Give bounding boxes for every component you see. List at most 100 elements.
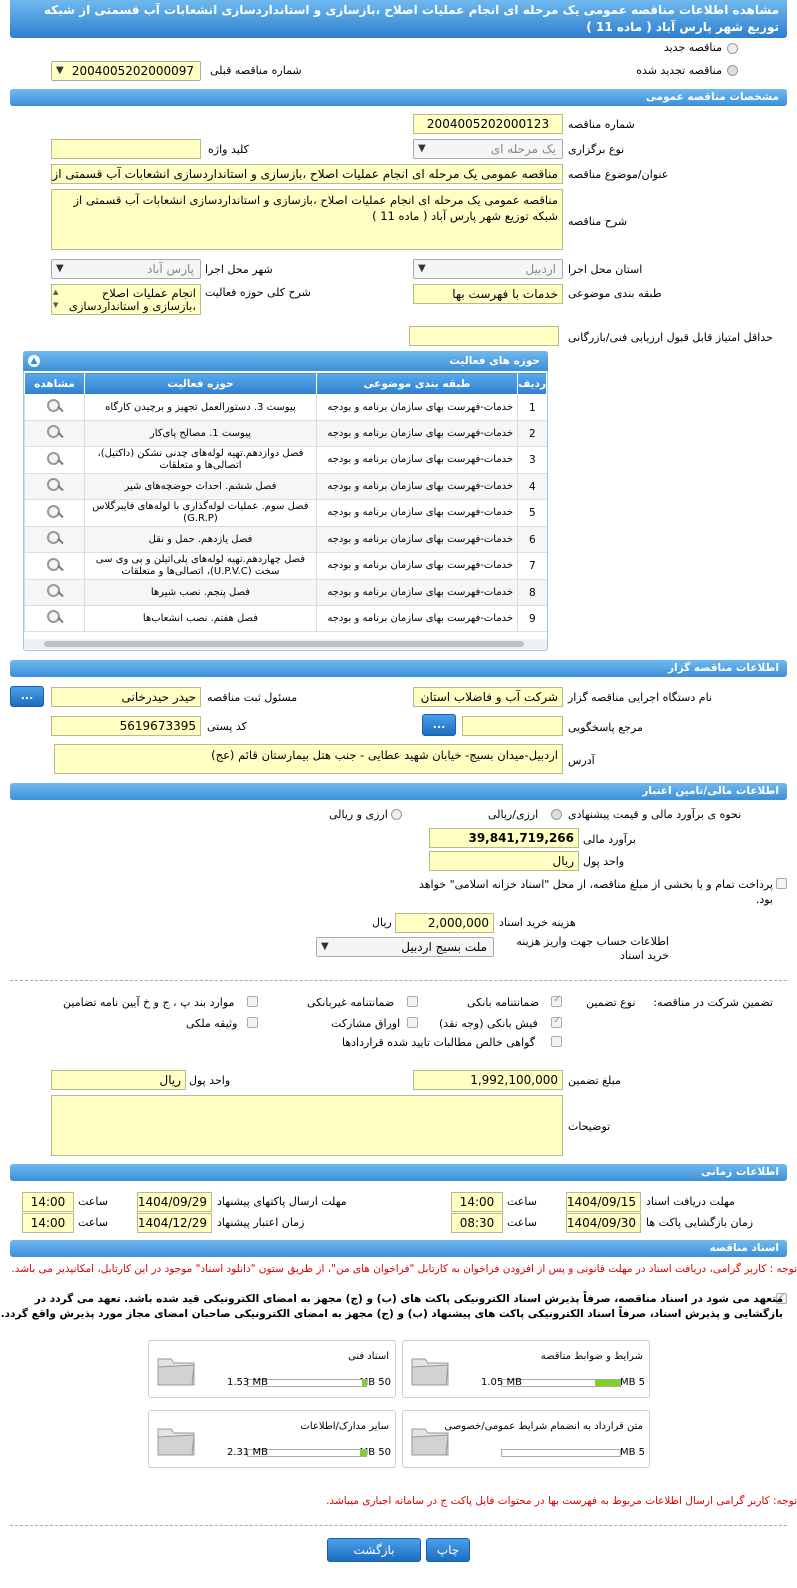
- print-button[interactable]: چاپ: [426, 1538, 470, 1562]
- category-field: خدمات با فهرست بها: [413, 284, 563, 304]
- row-category: خدمات-فهرست بهای سازمان برنامه و بودجه: [315, 605, 518, 632]
- page-title: مشاهده اطلاعات مناقصه عمومی یک مرحله ای …: [10, 0, 787, 38]
- org-name-field: شرکت آب و فاضلاب استان: [413, 687, 563, 707]
- row-area: پیوست 1. مصالح پای‌کار: [83, 420, 317, 447]
- property-checkbox[interactable]: [247, 1017, 258, 1028]
- folder-icon: [157, 1358, 195, 1386]
- holding-type-value: یک مرحله ای: [490, 142, 556, 156]
- section-general-header: مشخصات مناقصه عمومی: [10, 89, 787, 106]
- treasury-text: پرداخت تمام و یا بخشی از مبلغ مناقصه، از…: [418, 878, 773, 906]
- holding-type-select[interactable]: ▼ یک مرحله ای: [413, 139, 563, 159]
- magnifier-icon[interactable]: [44, 477, 64, 493]
- claims-checkbox[interactable]: [551, 1036, 562, 1047]
- activity-desc-label: شرح کلی حوزه فعالیت: [205, 286, 311, 299]
- nonbank-guarantee-checkbox[interactable]: [407, 996, 418, 1007]
- number-label: شماره مناقصه: [568, 118, 635, 131]
- subject-label: عنوان/موضوع مناقصه: [568, 168, 669, 181]
- doc-fee-unit: ریال: [372, 916, 392, 929]
- estimate-opt1-radio[interactable]: [551, 809, 562, 820]
- notes-label: توضیحات: [568, 1120, 611, 1133]
- progress-fill: [595, 1380, 620, 1386]
- doc-receive-date: 1404/09/15: [566, 1192, 641, 1212]
- new-tender-radio[interactable]: [727, 43, 738, 54]
- registrar-field: حیدر حیدرخانی: [51, 687, 201, 707]
- scrollbar-thumb[interactable]: [44, 641, 524, 647]
- renewed-tender-radio[interactable]: [727, 65, 738, 76]
- scroll-arrows-icon[interactable]: ▲ ▼: [53, 286, 58, 312]
- document-card[interactable]: شرایط و ضوابط مناقصه 5 MB 1.05 MB: [402, 1340, 650, 1398]
- guarantee-currency-label: واحد پول: [189, 1074, 231, 1087]
- document-max-size: 5 MB: [619, 1447, 645, 1458]
- row-category: خدمات-فهرست بهای سازمان برنامه و بودجه: [315, 420, 518, 447]
- prev-number-select[interactable]: ▼ 2004005202000097: [51, 61, 201, 81]
- magnifier-icon[interactable]: [44, 398, 64, 414]
- ref-more-button[interactable]: ...: [422, 714, 456, 736]
- row-area: فصل پنجم. نصب شیرها: [83, 579, 317, 606]
- city-value: پارس آباد: [147, 262, 194, 276]
- table-row: 8 خدمات-فهرست بهای سازمان برنامه و بودجه ف…: [24, 579, 547, 606]
- renewed-tender-label: مناقصه تجدید شده: [636, 64, 722, 77]
- ref-label: مرجع پاسخگویی: [568, 721, 643, 734]
- estimate-label: برآورد مالی: [583, 833, 636, 846]
- currency-label: واحد پول: [583, 855, 625, 868]
- document-name: شرایط و ضوابط مناقصه: [540, 1351, 643, 1362]
- row-category: خدمات-فهرست بهای سازمان برنامه و بودجه: [315, 394, 518, 421]
- postal-label: کد پستی: [207, 720, 247, 733]
- estimate-opt2-radio[interactable]: [391, 809, 402, 820]
- row-number: 2: [517, 420, 547, 447]
- progress-fill: [360, 1450, 366, 1456]
- row-number: 6: [517, 526, 547, 553]
- document-card[interactable]: سایر مدارک/اطلاعات 50 MB 2.31 MB: [148, 1410, 396, 1468]
- validity-time: 14:00: [22, 1213, 74, 1233]
- divider: [10, 980, 787, 981]
- row-area: فصل هفتم. نصب انشعاب‌ها: [83, 605, 317, 632]
- row-number: 3: [517, 446, 547, 474]
- bank-guarantee-checkbox[interactable]: [551, 994, 562, 1007]
- bylaw-items-checkbox[interactable]: [247, 996, 258, 1007]
- col-area: حوزه فعالیت: [83, 372, 317, 395]
- hour-label: ساعت: [78, 1216, 108, 1229]
- magnifier-icon[interactable]: [44, 451, 64, 467]
- magnifier-icon[interactable]: [44, 609, 64, 625]
- estimate-method-label: نحوه ی برآورد مالی و قیمت پیشنهادی: [568, 808, 742, 821]
- chevron-down-icon: ▼: [418, 143, 426, 154]
- org-name-label: نام دستگاه اجرایی مناقصه گزار: [568, 691, 712, 704]
- activities-table: ردیف طبقه بندی موضوعی حوزه فعالیت مشاهده…: [24, 372, 547, 632]
- city-label: شهر محل اجرا: [205, 263, 273, 276]
- document-card[interactable]: متن قرارداد به انضمام شرایط عمومی/خصوصی 5…: [402, 1410, 650, 1468]
- magnifier-icon[interactable]: [44, 583, 64, 599]
- cash-checkbox[interactable]: [551, 1015, 562, 1028]
- col-category: طبقه بندی موضوعی: [315, 372, 519, 395]
- document-name: متن قرارداد به انضمام شرایط عمومی/خصوصی: [444, 1421, 643, 1432]
- doc-fee-label: هزینه خرید اسناد: [499, 916, 576, 929]
- document-card[interactable]: اسناد فنی 50 MB 1.53 MB: [148, 1340, 396, 1398]
- magnifier-icon[interactable]: [44, 504, 64, 520]
- activity-desc-field: انجام عملیات اصلاح ،بازسازی و استانداردس…: [51, 284, 201, 315]
- registrar-more-button[interactable]: ...: [10, 686, 44, 707]
- back-button[interactable]: بازگشت: [327, 1538, 421, 1562]
- magnifier-icon[interactable]: [44, 557, 64, 573]
- doc-receive-time: 14:00: [451, 1192, 503, 1212]
- row-number: 9: [517, 605, 547, 632]
- bonds-checkbox[interactable]: [407, 1017, 418, 1028]
- account-select[interactable]: ▼ ملت بسیج اردبیل 29157534؟: [316, 937, 494, 957]
- min-score-label: حداقل امتیاز قابل قبول ارزیابی فنی/بازرگ…: [568, 331, 773, 344]
- treasury-checkbox[interactable]: [776, 878, 787, 889]
- document-name: اسناد فنی: [348, 1351, 389, 1362]
- table-scrollbar[interactable]: [24, 639, 547, 649]
- row-number: 5: [517, 499, 547, 527]
- city-select[interactable]: ▼ پارس آباد: [51, 259, 201, 279]
- magnifier-icon[interactable]: [44, 530, 64, 546]
- chevron-down-icon: ▼: [321, 941, 329, 952]
- row-area: فصل چهاردهم.تهیه لوله‌های پلی‌اتیلن و پی…: [83, 552, 317, 580]
- row-number: 4: [517, 473, 547, 500]
- submit-deadline-date: 1404/09/29: [137, 1192, 212, 1212]
- table-row: 4 خدمات-فهرست بهای سازمان برنامه و بودجه ف…: [24, 473, 547, 500]
- collapse-icon[interactable]: ▲: [28, 355, 40, 367]
- guarantee-amount-label: مبلغ تضمین: [568, 1074, 621, 1087]
- chevron-down-icon: ▼: [418, 263, 426, 274]
- magnifier-icon[interactable]: [44, 424, 64, 440]
- province-select[interactable]: ▼ اردبیل: [413, 259, 563, 279]
- row-category: خدمات-فهرست بهای سازمان برنامه و بودجه: [315, 473, 518, 500]
- property-label: وثیقه ملکی: [186, 1017, 238, 1030]
